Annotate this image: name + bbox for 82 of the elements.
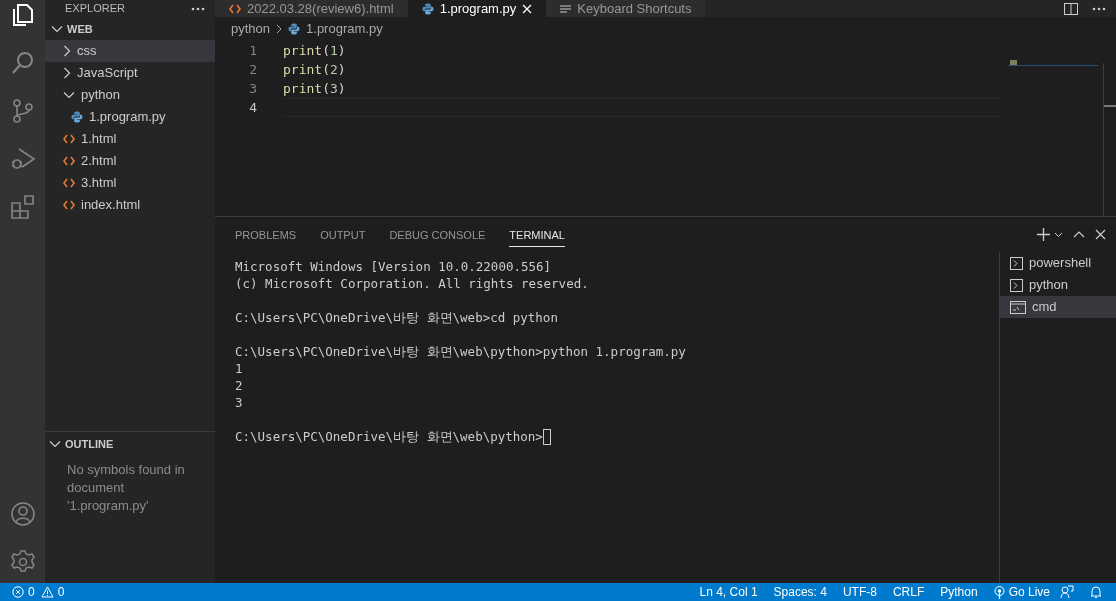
code-file-icon — [63, 200, 75, 210]
line-number: 4 — [248, 98, 257, 117]
error-icon[interactable] — [12, 586, 24, 598]
chevron-down-icon[interactable] — [51, 25, 63, 33]
add-terminal-icon[interactable] — [1037, 228, 1050, 241]
code-file-icon — [63, 134, 75, 144]
more-icon[interactable] — [1092, 6, 1106, 11]
settings-icon[interactable] — [9, 549, 36, 575]
outline-message: No symbols found in document '1.program.py' — [66, 461, 186, 515]
code-line: print(1) — [283, 41, 347, 60]
terminal-item[interactable]: cmd — [1000, 296, 1116, 318]
chevron-right-icon — [276, 23, 283, 34]
terminal-line: 3 — [235, 394, 243, 411]
panel-tab[interactable]: OUTPUT — [320, 221, 366, 248]
status-item[interactable]: UTF-8 — [842, 583, 877, 601]
folder-header[interactable]: WEB — [45, 18, 215, 40]
go-live-button[interactable]: Go Live — [1008, 583, 1050, 601]
code-file-icon — [229, 3, 241, 14]
python-file-icon — [71, 111, 83, 123]
tree-item[interactable]: index.html — [45, 194, 215, 216]
line-number: 2 — [248, 60, 257, 79]
terminal-line: 1 — [235, 360, 243, 377]
terminal-line: 2 — [235, 377, 243, 394]
run-debug-icon[interactable] — [9, 146, 36, 172]
code-file-icon — [63, 178, 75, 188]
split-editor-icon[interactable] — [1064, 2, 1078, 15]
tree-item[interactable]: JavaScript — [45, 62, 215, 84]
chevron-down-icon[interactable] — [49, 440, 61, 448]
terminal-item[interactable]: powershell — [1000, 252, 1116, 274]
editor-tab[interactable]: 2022.03.28(review6).html — [215, 0, 408, 17]
python-file-icon — [421, 2, 434, 15]
line-number: 3 — [248, 79, 257, 98]
console-window-icon — [1010, 300, 1026, 314]
editor-tab[interactable]: 1.program.py — [407, 0, 547, 17]
terminal-icon — [1010, 278, 1023, 292]
status-item[interactable]: Spaces: 4 — [773, 583, 827, 601]
terminal-line: C:\Users\PC\OneDrive\바탕 화면\web\python>python 1.program.py — [235, 343, 686, 360]
code-file-icon — [63, 156, 75, 166]
terminal-line: (c) Microsoft Corporation. All rights reserved. — [235, 275, 589, 292]
tree-item[interactable]: python — [45, 84, 215, 106]
tree-item[interactable]: css — [45, 40, 215, 62]
terminal-item[interactable]: python — [1000, 274, 1116, 296]
panel-tab[interactable]: DEBUG CONSOLE — [389, 221, 486, 248]
outline-header[interactable]: OUTLINE — [45, 433, 215, 455]
more-icon[interactable] — [191, 6, 205, 11]
python-file-icon — [288, 22, 301, 35]
breadcrumb-item[interactable]: 1.program.py — [306, 18, 383, 39]
feedback-icon[interactable] — [1060, 585, 1074, 599]
terminal-line: Microsoft Windows [Version 10.0.22000.556] — [235, 258, 552, 275]
warning-icon[interactable] — [40, 586, 54, 598]
status-item[interactable]: Ln 4, Col 1 — [699, 583, 758, 601]
chevron-right-icon[interactable] — [63, 45, 71, 57]
chevron-down-icon[interactable] — [1054, 231, 1063, 238]
status-item[interactable]: CRLF — [892, 583, 925, 601]
account-icon[interactable] — [9, 501, 36, 527]
chevron-up-icon[interactable] — [1073, 231, 1085, 238]
editor-tab[interactable]: Keyboard Shortcuts — [546, 0, 706, 17]
terminal-line: C:\Users\PC\OneDrive\바탕 화면\web\python> — [235, 428, 543, 445]
chevron-down-icon[interactable] — [63, 91, 75, 99]
chevron-right-icon[interactable] — [63, 67, 71, 79]
code-line: print(3) — [283, 79, 347, 98]
tree-item[interactable]: 2.html — [45, 150, 215, 172]
search-icon[interactable] — [9, 50, 36, 76]
warning-count[interactable]: 0 — [57, 583, 65, 601]
extensions-icon[interactable] — [9, 194, 36, 220]
panel-tab[interactable]: TERMINAL — [509, 221, 565, 248]
terminal-icon — [1010, 256, 1023, 270]
tree-item[interactable]: 1.html — [45, 128, 215, 150]
tree-item[interactable]: 3.html — [45, 172, 215, 194]
terminal-line: C:\Users\PC\OneDrive\바탕 화면\web>cd python — [235, 309, 558, 326]
bell-icon[interactable] — [1090, 585, 1102, 599]
breadcrumb-item[interactable]: python — [231, 18, 271, 39]
status-item[interactable]: Python — [940, 583, 978, 601]
code-line: print(2) — [283, 60, 347, 79]
sidebar-title: EXPLORER — [65, 3, 125, 14]
tree-item[interactable]: 1.program.py — [45, 106, 215, 128]
panel-tab[interactable]: PROBLEMS — [235, 221, 297, 248]
lines-icon — [560, 4, 572, 13]
line-number: 1 — [248, 41, 257, 60]
broadcast-icon[interactable] — [993, 585, 1005, 599]
close-icon[interactable] — [1095, 229, 1106, 240]
error-count[interactable]: 0 — [28, 583, 35, 601]
